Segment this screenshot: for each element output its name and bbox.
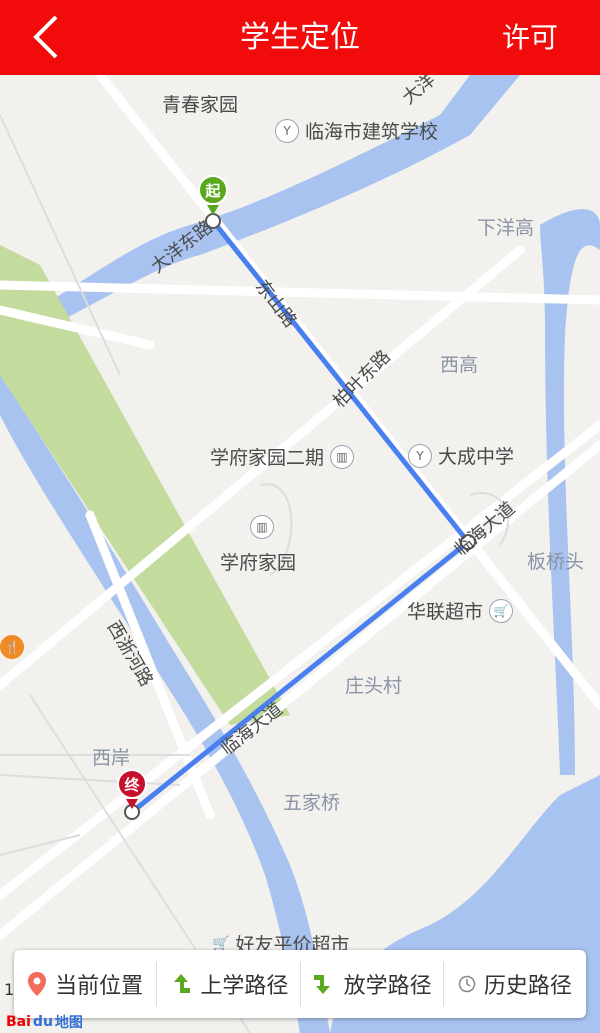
- poi-xigao[interactable]: 西高: [440, 350, 478, 377]
- baidu-map-logo: Bai du 地图: [6, 1014, 83, 1031]
- school-icon: Y: [275, 118, 299, 143]
- tab-school-route[interactable]: 上学路径: [157, 962, 301, 1006]
- building-icon: ▥: [330, 444, 355, 469]
- river-north: [0, 75, 520, 345]
- cart-icon: 🛒: [489, 598, 514, 623]
- tab-home-route[interactable]: 放学路径: [301, 962, 444, 1006]
- tab-history-route[interactable]: 历史路径: [444, 962, 586, 1006]
- poi-qingchun[interactable]: 青春家园: [162, 90, 238, 117]
- chevron-left-icon: [33, 15, 58, 59]
- title-bar: 学生定位 许可: [0, 0, 600, 75]
- map-view[interactable]: 青春家园 Y 临海市建筑学校 大洋 大洋东路 下洋高 东山路 柏叶东路 西高 学府…: [0, 75, 600, 1033]
- back-button[interactable]: [22, 14, 68, 60]
- school-icon: Y: [408, 443, 432, 468]
- route-line: [130, 219, 471, 814]
- poi-hualian[interactable]: 华联超市 🛒: [407, 597, 514, 624]
- restaurant-icon[interactable]: 🍴: [0, 635, 24, 659]
- poi-xuefu[interactable]: 学府家园: [220, 548, 296, 575]
- poi-jianzhu[interactable]: Y 临海市建筑学校: [275, 117, 438, 144]
- tab-current-location[interactable]: 当前位置: [14, 962, 158, 1006]
- poi-xian[interactable]: 西岸: [92, 743, 130, 770]
- poi-zhuangtou[interactable]: 庄头村: [345, 671, 402, 698]
- bottom-tab-bar: 当前位置 上学路径 放学路径 历史路径: [14, 950, 586, 1018]
- poi-xiayanggao[interactable]: 下洋高: [477, 213, 534, 240]
- location-pin-icon: [28, 972, 47, 996]
- poi-xuefu2[interactable]: 学府家园二期 ▥: [210, 443, 355, 470]
- start-marker[interactable]: 起: [198, 175, 230, 215]
- poi-wujiaqiao[interactable]: 五家桥: [283, 788, 340, 815]
- clock-icon: [458, 975, 476, 993]
- end-marker[interactable]: 终: [117, 769, 149, 809]
- building-icon-xuefu: ▥: [250, 515, 274, 539]
- permit-button[interactable]: 许可: [502, 0, 558, 75]
- turn-up-right-arrow-icon: [174, 974, 191, 993]
- turn-down-left-arrow-icon: [313, 975, 330, 994]
- poi-banqiaotou[interactable]: 板桥头: [527, 547, 584, 574]
- poi-dacheng[interactable]: Y 大成中学: [408, 442, 514, 469]
- scale-number: 1: [4, 980, 15, 999]
